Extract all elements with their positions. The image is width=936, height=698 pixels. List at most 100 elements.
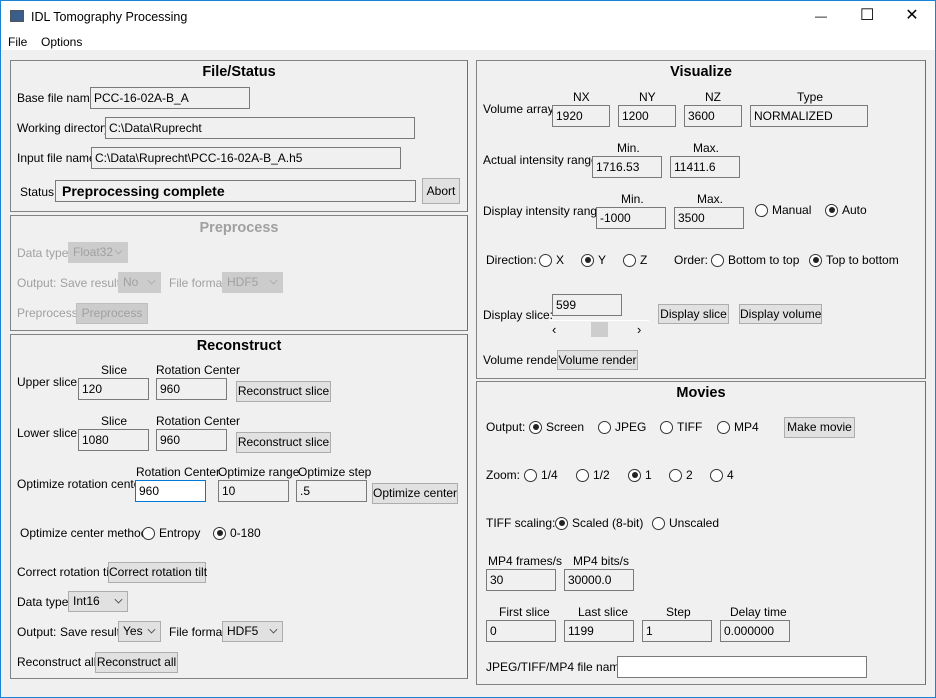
direction-z-radio[interactable]: Z <box>623 253 647 267</box>
lower-center-input[interactable]: 960 <box>156 429 227 451</box>
order-top-bottom-radio[interactable]: Top to bottom <box>809 253 899 267</box>
lower-slice-input[interactable]: 1080 <box>78 429 149 451</box>
upper-slice-input[interactable]: 120 <box>78 378 149 400</box>
nz-header: NZ <box>705 90 721 104</box>
opt-step-header: Optimize step <box>298 465 372 479</box>
radio-label: 2 <box>686 468 693 482</box>
step-input[interactable]: 1 <box>642 620 712 642</box>
reconstruct-lower-button[interactable]: Reconstruct slice <box>236 432 331 453</box>
rec-data-type-value: Int16 <box>73 594 100 608</box>
base-file-input[interactable]: PCC-16-02A-B_A <box>90 87 250 109</box>
chevron-right-icon[interactable]: › <box>637 323 641 337</box>
zoom-half-radio[interactable]: 1/2 <box>576 468 610 482</box>
file-status-title: File/Status <box>202 64 276 80</box>
output-jpeg-radio[interactable]: JPEG <box>598 420 646 434</box>
first-slice-header: First slice <box>499 605 550 619</box>
tiff-scaled-radio[interactable]: Scaled (8-bit) <box>555 516 643 530</box>
method-entropy-radio[interactable]: Entropy <box>142 526 200 540</box>
radio-label: 1/4 <box>541 468 558 482</box>
working-dir-input[interactable]: C:\Data\Ruprecht <box>105 117 415 139</box>
direction-y-radio[interactable]: Y <box>581 253 606 267</box>
rec-save-select[interactable]: Yes <box>118 621 161 642</box>
make-movie-button[interactable]: Make movie <box>784 417 855 438</box>
frames-input[interactable]: 30 <box>486 569 556 591</box>
close-icon[interactable]: ✕ <box>905 8 919 24</box>
radio-icon <box>628 468 641 482</box>
display-max-input[interactable]: 3500 <box>674 207 744 229</box>
radio-label: JPEG <box>615 420 647 434</box>
delay-input[interactable]: 0.000000 <box>720 620 790 642</box>
lower-slice-header: Slice <box>101 414 128 428</box>
upper-center-input[interactable]: 960 <box>156 378 227 400</box>
direction-x-radio[interactable]: X <box>539 253 564 267</box>
correct-tilt-button[interactable]: Correct rotation tilt <box>108 562 207 583</box>
radio-icon <box>213 526 226 540</box>
scale-manual-radio[interactable]: Manual <box>755 203 811 217</box>
reconstruct-all-label: Reconstruct all: <box>17 655 100 669</box>
preprocess-button[interactable]: Preprocess <box>76 303 148 324</box>
zoom-2-radio[interactable]: 2 <box>669 468 693 482</box>
opt-step-input[interactable]: .5 <box>296 480 367 502</box>
display-slice-label: Display slice: <box>483 308 554 322</box>
radio-icon <box>669 468 682 482</box>
bits-input[interactable]: 30000.0 <box>564 569 634 591</box>
output-mp4-radio[interactable]: MP4 <box>717 420 759 434</box>
display-volume-button[interactable]: Display volume <box>739 304 822 324</box>
display-slice-button[interactable]: Display slice <box>658 304 729 324</box>
last-slice-input[interactable]: 1199 <box>564 620 634 642</box>
reconstruct-upper-button[interactable]: Reconstruct slice <box>236 381 331 402</box>
tilt-label: Correct rotation tilt: <box>17 565 119 579</box>
rec-data-type-select[interactable]: Int16 <box>68 591 128 612</box>
radio-icon <box>142 526 155 540</box>
tiff-unscaled-radio[interactable]: Unscaled <box>652 516 719 530</box>
display-slice-input[interactable]: 599 <box>552 294 622 316</box>
optimize-center-button[interactable]: Optimize center <box>372 483 458 504</box>
radio-icon <box>529 420 542 434</box>
first-slice-input[interactable]: 0 <box>486 620 556 642</box>
abort-button[interactable]: Abort <box>422 178 460 204</box>
pre-data-type-select[interactable]: Float32 <box>68 242 128 263</box>
slider-thumb[interactable] <box>590 322 608 337</box>
scale-auto-radio[interactable]: Auto <box>825 203 867 217</box>
zoom-1-radio[interactable]: 1 <box>628 468 652 482</box>
volume-render-button[interactable]: Volume render <box>557 350 638 370</box>
lower-rot-header: Rotation Center <box>156 414 241 428</box>
opt-center-input[interactable]: 960 <box>135 480 206 502</box>
upper-slice-label: Upper slice: <box>17 375 81 389</box>
status-field: Preprocessing complete <box>55 180 416 202</box>
radio-icon <box>755 203 768 217</box>
radio-icon <box>539 253 552 267</box>
minimize-icon[interactable]: — <box>814 9 828 23</box>
filename-label: JPEG/TIFF/MP4 file name: <box>486 660 630 674</box>
rec-format-select[interactable]: HDF5 <box>222 621 283 642</box>
reconstruct-all-button[interactable]: Reconstruct all <box>95 652 178 673</box>
pre-format-select[interactable]: HDF5 <box>222 272 283 293</box>
delay-header: Delay time <box>730 605 787 619</box>
volume-render-label: Volume render: <box>483 353 565 367</box>
method-0-180-radio[interactable]: 0-180 <box>213 526 261 540</box>
menu-options[interactable]: Options <box>41 35 82 49</box>
maximize-icon[interactable]: ☐ <box>860 8 874 24</box>
app-icon <box>10 10 24 22</box>
zoom-quarter-radio[interactable]: 1/4 <box>524 468 558 482</box>
chevron-left-icon[interactable]: ‹ <box>552 323 556 337</box>
radio-icon <box>711 253 724 267</box>
radio-label: Z <box>640 253 648 267</box>
direction-label: Direction: <box>486 253 537 267</box>
actual-range-label: Actual intensity range: <box>483 153 602 167</box>
display-min-input[interactable]: -1000 <box>596 207 666 229</box>
input-file-input[interactable]: C:\Data\Ruprecht\PCC-16-02A-B_A.h5 <box>91 147 401 169</box>
zoom-4-radio[interactable]: 4 <box>710 468 734 482</box>
pre-save-select[interactable]: No <box>118 272 161 293</box>
radio-icon <box>825 203 838 217</box>
output-tiff-radio[interactable]: TIFF <box>660 420 702 434</box>
order-bottom-top-radio[interactable]: Bottom to top <box>711 253 799 267</box>
menu-file[interactable]: File <box>8 35 27 49</box>
rec-format-label: File format: <box>169 625 230 639</box>
filename-input[interactable] <box>617 656 867 678</box>
chevron-down-icon <box>269 276 278 285</box>
bits-header: MP4 bits/s <box>573 554 630 568</box>
slice-slider[interactable]: ‹ › <box>549 320 649 338</box>
output-screen-radio[interactable]: Screen <box>529 420 584 434</box>
opt-range-input[interactable]: 10 <box>218 480 289 502</box>
